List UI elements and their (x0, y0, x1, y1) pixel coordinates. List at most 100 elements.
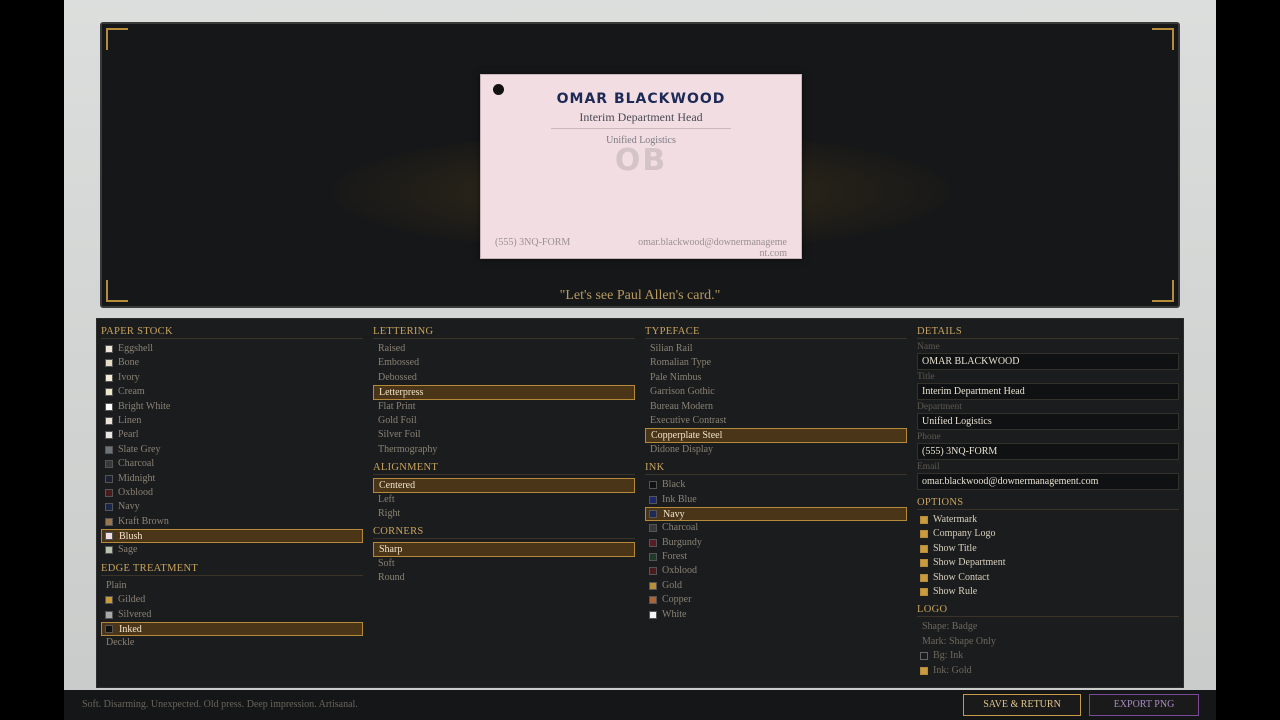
ink-option-label: Navy (663, 508, 685, 520)
option-checkbox[interactable] (920, 587, 928, 596)
edge-option-gilded[interactable]: Gilded (101, 593, 363, 607)
lettering-option-embossed[interactable]: Embossed (373, 356, 635, 370)
logo-bg-option[interactable]: Bg: Ink (917, 649, 1179, 663)
paper-option-label: Blush (119, 531, 143, 543)
corners-option-round[interactable]: Round (373, 571, 635, 585)
edge-swatch (105, 610, 113, 619)
option-checkbox[interactable] (920, 559, 928, 568)
alignment-option-right[interactable]: Right (373, 507, 635, 521)
typeface-option-pale-nimbus[interactable]: Pale Nimbus (645, 371, 907, 385)
ink-option-black[interactable]: Black (645, 478, 907, 492)
logo-ink-option[interactable]: Ink: Gold (917, 664, 1179, 678)
option-label: Show Contact (933, 571, 990, 583)
option-checkbox[interactable] (920, 573, 928, 582)
card-name: OMAR BLACKWOOD (556, 91, 726, 107)
lettering-option-silver-foil[interactable]: Silver Foil (373, 428, 635, 442)
paper-option-sage[interactable]: Sage (101, 543, 363, 557)
lettering-option-gold-foil[interactable]: Gold Foil (373, 414, 635, 428)
corners-option-label: Soft (378, 557, 395, 569)
logo-bg-checkbox[interactable] (920, 652, 928, 661)
alignment-option-left[interactable]: Left (373, 493, 635, 507)
ink-option-label: Ink Blue (662, 493, 697, 505)
typeface-option-executive-contrast[interactable]: Executive Contrast (645, 414, 907, 428)
save-return-button[interactable]: SAVE & RETURN (963, 694, 1081, 716)
paper-option-eggshell[interactable]: Eggshell (101, 342, 363, 356)
alignment-option-label: Left (378, 493, 395, 505)
lettering-option-label: Raised (378, 343, 406, 354)
typeface-option-garrison-gothic[interactable]: Garrison Gothic (645, 385, 907, 399)
name-field[interactable]: OMAR BLACKWOOD (917, 353, 1179, 370)
card-watermark-monogram: OB (614, 143, 668, 178)
edge-option-inked[interactable]: Inked (101, 622, 363, 637)
paper-option-midnight[interactable]: Midnight (101, 472, 363, 486)
typeface-option-label: Garrison Gothic (650, 386, 715, 398)
department-field[interactable]: Unified Logistics (917, 413, 1179, 430)
ink-option-copper[interactable]: Copper (645, 593, 907, 607)
paper-option-ivory[interactable]: Ivory (101, 371, 363, 385)
paper-option-blush[interactable]: Blush (101, 529, 363, 544)
phone-field[interactable]: (555) 3NQ-FORM (917, 443, 1179, 460)
lettering-option-letterpress[interactable]: Letterpress (373, 385, 635, 400)
email-field[interactable]: omar.blackwood@downermanagement.com (917, 473, 1179, 490)
card-title: Interim Department Head (579, 110, 703, 124)
option-checkbox[interactable] (920, 530, 928, 539)
paper-option-pearl[interactable]: Pearl (101, 428, 363, 442)
option-show-department[interactable]: Show Department (917, 556, 1179, 570)
typeface-option-copperplate-steel[interactable]: Copperplate Steel (645, 428, 907, 443)
option-checkbox[interactable] (920, 544, 928, 553)
lettering-option-flat-print[interactable]: Flat Print (373, 400, 635, 414)
ink-option-gold[interactable]: Gold (645, 579, 907, 593)
paper-option-cream[interactable]: Cream (101, 385, 363, 399)
paper-option-navy[interactable]: Navy (101, 500, 363, 514)
edge-option-deckle[interactable]: Deckle (101, 636, 363, 650)
logo-shape-option[interactable]: Shape: Badge (917, 620, 1179, 634)
ink-option-navy[interactable]: Navy (645, 506, 907, 522)
lettering-option-label: Silver Foil (378, 429, 421, 441)
corners-option-soft[interactable]: Soft (373, 557, 635, 571)
corners-option-sharp[interactable]: Sharp (373, 542, 635, 557)
typeface-option-bureau-modern[interactable]: Bureau Modern (645, 400, 907, 414)
option-show-rule[interactable]: Show Rule (917, 585, 1179, 599)
logo-ink-checkbox[interactable] (920, 666, 928, 675)
lettering-option-raised[interactable]: Raised (373, 342, 635, 356)
typeface-option-silian-rail[interactable]: Silian Rail (645, 342, 907, 356)
option-watermark[interactable]: Watermark (917, 513, 1179, 527)
paper-option-linen[interactable]: Linen (101, 414, 363, 428)
logo-bg-label: Bg: Ink (933, 650, 964, 662)
ink-option-burgundy[interactable]: Burgundy (645, 536, 907, 550)
paper-option-charcoal[interactable]: Charcoal (101, 457, 363, 471)
option-company-logo[interactable]: Company Logo (917, 527, 1179, 541)
paper-option-oxblood[interactable]: Oxblood (101, 486, 363, 500)
export-png-button[interactable]: EXPORT PNG (1089, 694, 1199, 716)
title-field[interactable]: Interim Department Head (917, 383, 1179, 400)
edge-option-silvered[interactable]: Silvered (101, 608, 363, 622)
lettering-option-debossed[interactable]: Debossed (373, 371, 635, 385)
paper-stock-list: Eggshell Bone Ivory Cream Bright White Linen P… (101, 342, 363, 558)
paper-swatch (105, 517, 113, 526)
ink-option-oxblood[interactable]: Oxblood (645, 564, 907, 578)
paper-option-kraft-brown[interactable]: Kraft Brown (101, 515, 363, 529)
ink-swatch (649, 538, 657, 547)
ink-swatch (649, 509, 657, 518)
alignment-option-centered[interactable]: Centered (373, 478, 635, 493)
edge-option-plain[interactable]: Plain (101, 579, 363, 593)
paper-option-bright-white[interactable]: Bright White (101, 400, 363, 414)
ink-option-charcoal[interactable]: Charcoal (645, 521, 907, 535)
paper-swatch (105, 488, 113, 497)
ink-option-forest[interactable]: Forest (645, 550, 907, 564)
paper-option-bone[interactable]: Bone (101, 356, 363, 370)
title-label: Title (917, 372, 935, 382)
typeface-option-romalian-type[interactable]: Romalian Type (645, 356, 907, 370)
option-show-contact[interactable]: Show Contact (917, 571, 1179, 585)
paper-stock-heading: PAPER STOCK (101, 325, 363, 339)
ink-option-white[interactable]: White (645, 608, 907, 622)
typeface-option-didone-display[interactable]: Didone Display (645, 443, 907, 457)
lettering-option-thermography[interactable]: Thermography (373, 443, 635, 457)
alignment-option-label: Right (378, 507, 401, 519)
logo-mark-option[interactable]: Mark: Shape Only (917, 635, 1179, 649)
option-show-title[interactable]: Show Title (917, 542, 1179, 556)
option-checkbox[interactable] (920, 516, 928, 524)
ink-option-ink-blue[interactable]: Ink Blue (645, 493, 907, 507)
column-lettering: LETTERING Raised Embossed Debossed Letterpr… (373, 325, 635, 585)
paper-option-slate-grey[interactable]: Slate Grey (101, 443, 363, 457)
